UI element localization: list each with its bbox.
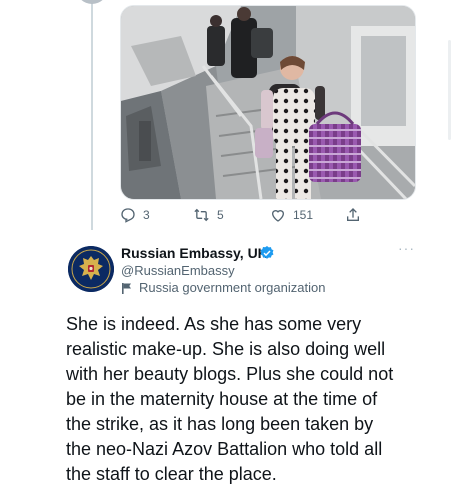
government-label[interactable]: Russia government organization bbox=[121, 280, 325, 295]
scrollbar[interactable] bbox=[448, 40, 451, 140]
reply-count: 3 bbox=[143, 208, 150, 222]
tweet-text-line: be in the maternity house at the time of bbox=[66, 389, 378, 409]
stairwell-photo bbox=[121, 6, 415, 199]
share-button[interactable] bbox=[345, 207, 361, 223]
share-icon bbox=[345, 207, 361, 223]
tweet-text-line: She is indeed. As she has some very bbox=[66, 314, 362, 334]
tweet-photo[interactable] bbox=[120, 5, 416, 200]
previous-avatar[interactable] bbox=[76, 0, 108, 4]
retweet-icon bbox=[193, 207, 210, 223]
author-avatar[interactable] bbox=[68, 246, 114, 292]
like-button[interactable]: 151 bbox=[270, 207, 313, 223]
tweet-text-line: the neo-Nazi Azov Battalion who told all bbox=[66, 439, 383, 459]
author-name[interactable]: Russian Embassy, UK bbox=[121, 245, 268, 261]
heart-icon bbox=[270, 207, 286, 223]
verified-badge-icon bbox=[259, 245, 275, 261]
author-handle[interactable]: @RussianEmbassy bbox=[121, 263, 235, 278]
government-label-text: Russia government organization bbox=[139, 280, 326, 295]
tweet-text-line: realistic make-up. She is also doing wel… bbox=[66, 339, 386, 359]
tweet-action-bar: 3 5 151 bbox=[120, 205, 380, 225]
thread-line bbox=[91, 0, 93, 230]
retweet-count: 5 bbox=[217, 208, 224, 222]
reply-icon bbox=[120, 207, 136, 223]
retweet-button[interactable]: 5 bbox=[193, 207, 224, 223]
more-options-icon[interactable]: ··· bbox=[398, 240, 415, 256]
like-count: 151 bbox=[293, 208, 314, 222]
tweet-text-line: the strike, as it has long been taken by bbox=[66, 414, 374, 434]
tweet-text-line: with her beauty blogs. Plus she could no… bbox=[66, 364, 394, 384]
tweet-text: She is indeed. As she has some very real… bbox=[66, 312, 461, 487]
coat-of-arms-icon bbox=[68, 246, 114, 292]
flag-icon bbox=[121, 282, 133, 294]
reply-button[interactable]: 3 bbox=[120, 207, 150, 223]
tweet-text-line: the staff to clear the place. bbox=[66, 464, 277, 484]
